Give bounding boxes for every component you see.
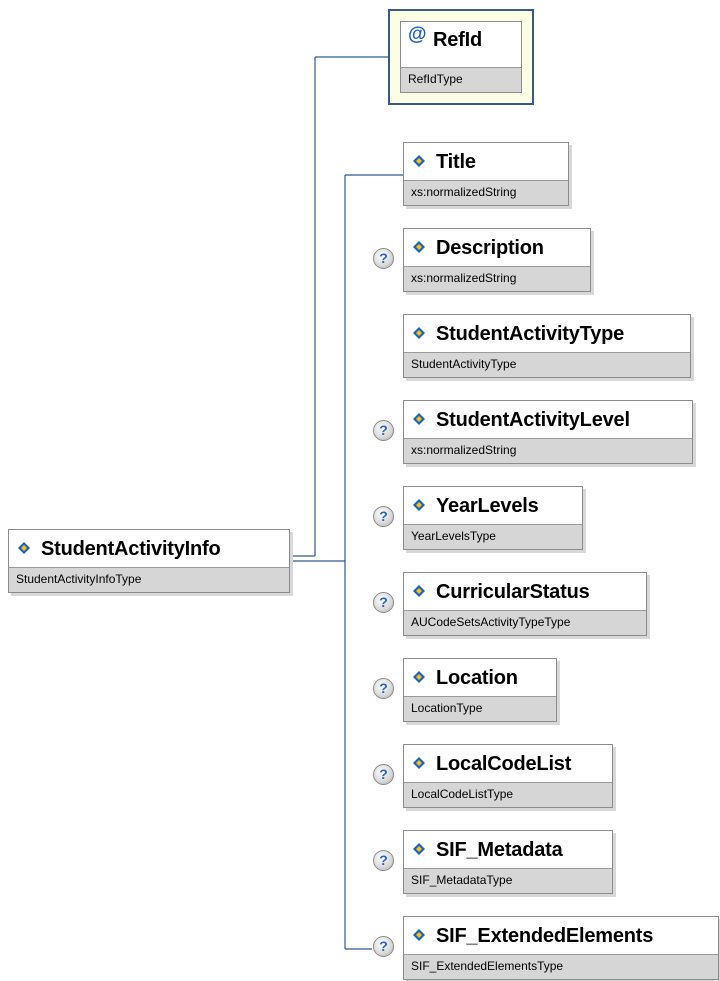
attribute-at-icon: @ xyxy=(408,24,427,45)
attribute-box-refid[interactable]: @ RefId RefIdType xyxy=(388,9,534,105)
element-icon xyxy=(413,929,425,941)
element-box-location[interactable]: Location LocationType xyxy=(403,658,557,722)
element-box-title[interactable]: Title xs:normalizedString xyxy=(403,142,569,206)
element-box-yearlevels[interactable]: YearLevels YearLevelsType xyxy=(403,486,583,550)
element-icon xyxy=(413,155,425,167)
optional-marker-icon: ? xyxy=(373,592,394,613)
element-box-localcodelist[interactable]: LocalCodeList LocalCodeListType xyxy=(403,744,613,808)
element-type: SIF_ExtendedElementsType xyxy=(404,954,718,979)
element-box-description[interactable]: Description xs:normalizedString xyxy=(403,228,591,292)
element-type: AUCodeSetsActivityTypeType xyxy=(404,610,646,635)
element-name: StudentActivityType xyxy=(436,323,625,345)
element-type: YearLevelsType xyxy=(404,524,582,549)
element-name: LocalCodeList xyxy=(436,753,572,775)
element-box-studentactivitylevel[interactable]: StudentActivityLevel xs:normalizedString xyxy=(403,400,693,464)
element-name: Description xyxy=(436,237,544,259)
element-box-studentactivitytype[interactable]: StudentActivityType StudentActivityType xyxy=(403,314,691,378)
optional-marker-icon: ? xyxy=(373,506,394,527)
optional-marker-icon: ? xyxy=(373,936,394,957)
element-type: xs:normalizedString xyxy=(404,180,568,205)
element-name: SIF_ExtendedElements xyxy=(436,925,654,947)
element-name: Location xyxy=(436,667,518,689)
element-name: YearLevels xyxy=(436,495,539,517)
element-type: LocationType xyxy=(404,696,556,721)
optional-marker-icon: ? xyxy=(373,248,394,269)
optional-marker-icon: ? xyxy=(373,678,394,699)
attribute-type: RefIdType xyxy=(401,67,521,92)
element-icon xyxy=(18,542,30,554)
element-icon xyxy=(413,327,425,339)
root-element-type: StudentActivityInfoType xyxy=(9,567,289,592)
element-icon xyxy=(413,413,425,425)
element-box-curricularstatus[interactable]: CurricularStatus AUCodeSetsActivityTypeTy… xyxy=(403,572,647,636)
element-type: xs:normalizedString xyxy=(404,438,692,463)
element-icon xyxy=(413,499,425,511)
element-name: SIF_Metadata xyxy=(436,839,563,861)
element-box-sif-metadata[interactable]: SIF_Metadata SIF_MetadataType xyxy=(403,830,613,894)
element-icon xyxy=(413,241,425,253)
element-name: CurricularStatus xyxy=(436,581,590,603)
optional-marker-icon: ? xyxy=(373,764,394,785)
element-type: LocalCodeListType xyxy=(404,782,612,807)
element-icon xyxy=(413,585,425,597)
element-name: StudentActivityLevel xyxy=(436,409,630,431)
element-name: Title xyxy=(436,151,476,173)
element-icon xyxy=(413,843,425,855)
optional-marker-icon: ? xyxy=(373,850,394,871)
root-element-box[interactable]: StudentActivityInfo StudentActivityInfoT… xyxy=(8,529,290,593)
element-type: StudentActivityType xyxy=(404,352,690,377)
element-icon xyxy=(413,671,425,683)
optional-marker-icon: ? xyxy=(373,420,394,441)
element-type: xs:normalizedString xyxy=(404,266,590,291)
attribute-name: RefId xyxy=(433,29,483,51)
element-type: SIF_MetadataType xyxy=(404,868,612,893)
root-element-name: StudentActivityInfo xyxy=(41,538,221,560)
element-icon xyxy=(413,757,425,769)
element-box-sif-extendedelements[interactable]: SIF_ExtendedElements SIF_ExtendedElements… xyxy=(403,916,719,980)
